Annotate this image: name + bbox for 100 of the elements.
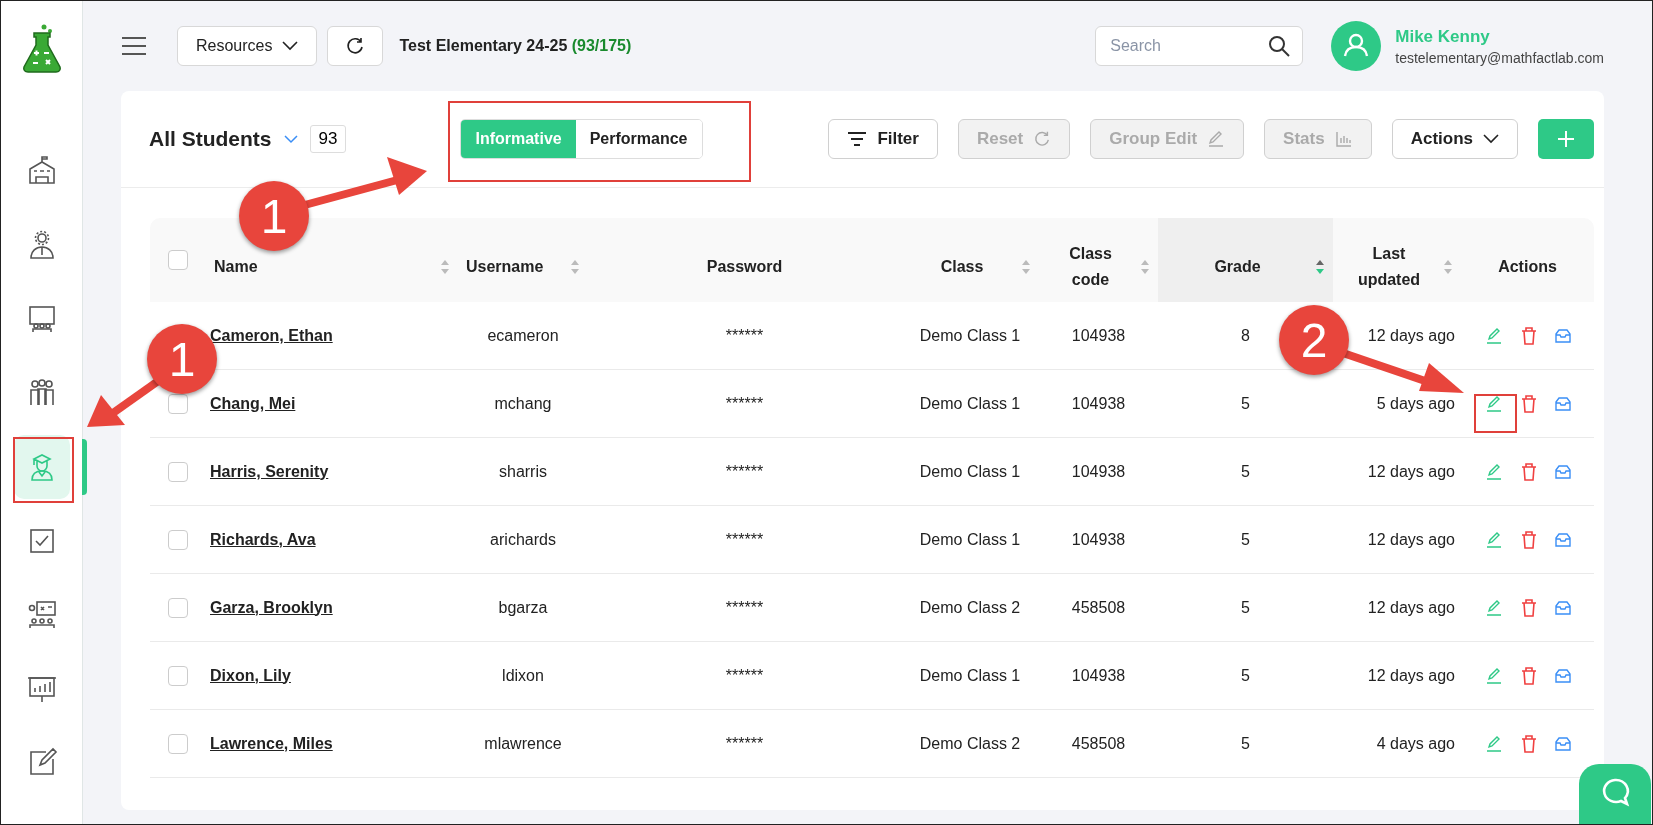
edit-icon[interactable]: [1484, 530, 1503, 549]
toolbar-button[interactable]: Filter: [828, 119, 938, 159]
list-title: All Students: [149, 127, 272, 151]
pencil-icon: [1207, 130, 1226, 148]
table-cell: 12 days ago: [1367, 530, 1455, 549]
table-cell: ******: [725, 326, 764, 345]
trash-icon[interactable]: [1520, 462, 1537, 481]
edit-icon[interactable]: [1484, 734, 1503, 753]
count-badge: 93: [309, 125, 347, 153]
table-cell: ldixon: [502, 666, 544, 685]
row-checkbox[interactable]: [168, 733, 188, 754]
table-cell: mlawrence: [484, 734, 562, 753]
refresh-icon: [1033, 130, 1052, 148]
row-checkbox[interactable]: [168, 665, 188, 686]
active-indicator: [81, 439, 87, 495]
row-checkbox[interactable]: [168, 461, 188, 482]
column-header[interactable]: Name: [214, 254, 258, 280]
student-name-link[interactable]: Harris, Serenity: [210, 462, 329, 481]
table-cell: sharris: [499, 462, 547, 481]
filter-icon: [847, 132, 868, 146]
resources-dropdown[interactable]: Resources: [177, 26, 318, 66]
table-cell: 12 days ago: [1367, 326, 1455, 345]
trash-icon[interactable]: [1520, 530, 1537, 549]
search-icon[interactable]: [1267, 34, 1292, 58]
inbox-icon[interactable]: [1554, 667, 1571, 684]
inbox-icon[interactable]: [1554, 463, 1571, 480]
table-cell: Demo Class 1: [919, 666, 1021, 685]
table-cell: 12 days ago: [1367, 666, 1455, 685]
user-email: testelementary@mathfactlab.com: [1395, 49, 1604, 66]
trash-icon[interactable]: [1520, 734, 1537, 753]
column-header: Password: [706, 257, 783, 278]
sidebar-item[interactable]: [13, 435, 70, 499]
highlight-frame: [13, 437, 74, 503]
table-cell: 104938: [1071, 326, 1126, 345]
student-name-link[interactable]: Chang, Mei: [210, 394, 296, 413]
edit-icon[interactable]: [1484, 394, 1503, 413]
table-cell: Demo Class 1: [919, 326, 1021, 345]
column-header[interactable]: Username: [466, 254, 544, 280]
table-cell: ******: [725, 598, 764, 617]
sort-icon[interactable]: [1315, 258, 1325, 276]
refresh-button[interactable]: [327, 26, 384, 66]
table-cell: arichards: [490, 530, 556, 549]
select-all-checkbox[interactable]: [168, 250, 188, 270]
column-header[interactable]: Class code: [1050, 241, 1131, 293]
inbox-icon[interactable]: [1554, 327, 1571, 344]
table-cell: 5: [1241, 734, 1250, 753]
inbox-icon[interactable]: [1554, 599, 1571, 616]
caret-icon: [1483, 134, 1499, 144]
column-header[interactable]: Grade: [1214, 254, 1261, 280]
avatar-icon[interactable]: [1331, 21, 1382, 71]
table-cell: 458508: [1071, 598, 1126, 617]
inbox-icon[interactable]: [1554, 531, 1571, 548]
edit-icon[interactable]: [1484, 462, 1503, 481]
trash-icon[interactable]: [1520, 666, 1537, 685]
student-name-link[interactable]: Dixon, Lily: [210, 666, 291, 685]
highlight-frame: [1474, 394, 1517, 433]
row-checkbox[interactable]: [168, 393, 188, 414]
table-cell: 458508: [1071, 734, 1126, 753]
plus-icon: [1557, 130, 1575, 148]
bar-chart-icon: [1334, 130, 1353, 148]
inbox-icon[interactable]: [1554, 395, 1571, 412]
table-cell: 4 days ago: [1376, 734, 1455, 753]
edit-icon[interactable]: [1484, 666, 1503, 685]
table-cell: ******: [725, 530, 764, 549]
trash-icon[interactable]: [1520, 394, 1537, 413]
refresh-icon: [345, 36, 366, 56]
trash-icon[interactable]: [1520, 598, 1537, 617]
table-cell: 5: [1241, 462, 1250, 481]
table-cell: 104938: [1071, 530, 1126, 549]
caret-icon[interactable]: [283, 134, 298, 144]
column-header[interactable]: Last updated: [1349, 241, 1429, 293]
table-cell: ******: [725, 734, 764, 753]
table-cell: Demo Class 2: [919, 734, 1021, 753]
table-cell: 104938: [1071, 394, 1126, 413]
search-field[interactable]: Search: [1095, 26, 1304, 66]
student-name-link[interactable]: Garza, Brooklyn: [210, 598, 333, 617]
table-cell: Demo Class 1: [919, 462, 1021, 481]
add-button[interactable]: [1538, 119, 1594, 159]
edit-icon[interactable]: [1484, 598, 1503, 617]
table-cell: 104938: [1071, 462, 1126, 481]
table-cell: Demo Class 2: [919, 598, 1021, 617]
table-cell: 5: [1241, 530, 1250, 549]
actions-dropdown[interactable]: Actions: [1391, 119, 1518, 159]
student-name-link[interactable]: Richards, Ava: [210, 530, 316, 549]
table-cell: 5: [1241, 598, 1250, 617]
column-header[interactable]: Class: [940, 254, 984, 280]
edit-icon[interactable]: [1484, 326, 1503, 345]
table-cell: 104938: [1071, 666, 1126, 685]
inbox-icon[interactable]: [1554, 735, 1571, 752]
menu-icon[interactable]: [121, 36, 147, 56]
row-checkbox[interactable]: [168, 529, 188, 550]
chat-button[interactable]: [1579, 764, 1651, 824]
column-header: Actions: [1498, 257, 1557, 278]
table-cell: ******: [725, 394, 764, 413]
user-name: Mike Kenny: [1395, 26, 1491, 47]
table-cell: 5: [1241, 666, 1250, 685]
trash-icon[interactable]: [1520, 326, 1537, 345]
row-checkbox[interactable]: [168, 597, 188, 618]
student-name-link[interactable]: Lawrence, Miles: [210, 734, 333, 753]
table-cell: ******: [725, 666, 764, 685]
